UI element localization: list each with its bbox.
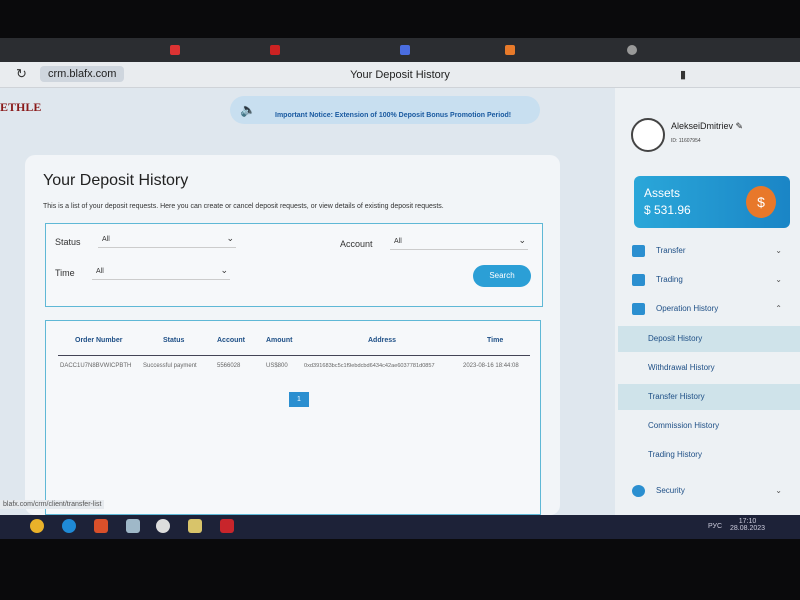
account-select[interactable]: All ⌄ — [390, 234, 528, 250]
chevron-down-icon: ⌄ — [226, 233, 234, 243]
deposit-table — [45, 320, 541, 515]
nav-label: Trading — [656, 275, 683, 284]
chrome-icon[interactable] — [30, 519, 44, 533]
chevron-down-icon: ⌄ — [775, 246, 782, 255]
user-id: ID: 11607954 — [671, 138, 701, 144]
chevron-down-icon: ⌄ — [775, 486, 782, 495]
logo[interactable]: ETHLE — [0, 100, 41, 115]
username: AlekseiDmitriev ✎ — [671, 121, 743, 132]
assets-card: Assets $ 531.96 $ — [634, 176, 790, 228]
status-cell: Successful payment — [143, 363, 197, 369]
chevron-up-icon: ⌃ — [775, 304, 782, 313]
chevron-down-icon: ⌄ — [775, 275, 782, 284]
tab-icon[interactable] — [505, 45, 515, 55]
avatar[interactable] — [631, 118, 665, 152]
sidebar-item-security[interactable]: Security ⌄ — [618, 478, 800, 504]
edit-icon[interactable]: ✎ — [736, 121, 744, 131]
history-icon — [632, 303, 645, 315]
clock[interactable]: 17:10 28.08.2023 — [730, 518, 765, 532]
time-select[interactable]: All ⌄ — [92, 264, 230, 280]
sidebar-item-commission-history[interactable]: Commission History — [618, 413, 800, 439]
nav-label: Operation History — [656, 304, 719, 313]
order-number: DACC1U7N8BVWICPBTH — [60, 363, 132, 369]
transfer-icon — [632, 245, 645, 257]
account-value: All — [394, 238, 402, 245]
clock-date: 28.08.2023 — [730, 525, 766, 532]
status-select[interactable]: All ⌄ — [98, 232, 236, 248]
taskbar — [0, 515, 800, 539]
chevron-down-icon: ⌄ — [220, 265, 228, 275]
brave-icon[interactable] — [94, 519, 108, 533]
speaker-icon: 🔈 — [240, 102, 257, 117]
nav-label: Security — [656, 486, 685, 495]
language-indicator[interactable]: РУС — [708, 523, 722, 530]
username-text: AlekseiDmitriev — [671, 121, 734, 131]
sidebar-item-transfer-history[interactable]: Transfer History — [618, 384, 800, 410]
status-bar-url: blafx.com/crm/client/transfer-list — [0, 500, 105, 509]
edge-icon[interactable] — [62, 519, 76, 533]
description: This is a list of your deposit requests.… — [43, 203, 444, 210]
sidebar-item-trading[interactable]: Trading ⌄ — [618, 267, 800, 293]
new-tab-icon[interactable] — [627, 45, 637, 55]
column-header[interactable]: Order Number — [75, 337, 122, 344]
amount-cell: US$800 — [266, 363, 288, 369]
tab-icon[interactable] — [270, 45, 280, 55]
nav-label: Transfer — [656, 246, 686, 255]
status-label: Status — [55, 237, 81, 247]
column-header[interactable]: Amount — [266, 337, 292, 344]
money-bag-icon: $ — [746, 186, 776, 218]
clock-time: 17:10 — [738, 518, 757, 525]
address-cell: 0xd391683bc5c1f9ebdcbd6434c42ae6037781d0… — [304, 363, 435, 369]
file-explorer-icon[interactable] — [188, 519, 202, 533]
notice-banner[interactable]: Important Notice: Extension of 100% Depo… — [230, 96, 540, 124]
account-cell: 5566028 — [217, 363, 241, 369]
sidebar-item-deposit-history[interactable]: Deposit History — [618, 326, 800, 352]
column-header[interactable]: Address — [368, 337, 396, 344]
sidebar-item-trading-history[interactable]: Trading History — [618, 442, 800, 468]
time-value: All — [96, 268, 104, 275]
status-value: All — [102, 236, 110, 243]
tab-icon[interactable] — [170, 45, 180, 55]
security-icon — [632, 485, 645, 497]
assets-label: Assets — [644, 186, 681, 200]
bookmark-icon[interactable]: ▮ — [680, 68, 686, 81]
sidebar-item-withdrawal-history[interactable]: Withdrawal History — [618, 355, 800, 381]
tab-icon[interactable] — [400, 45, 410, 55]
pdf-icon[interactable] — [220, 519, 234, 533]
column-header[interactable]: Account — [217, 337, 245, 344]
yandex-icon[interactable] — [156, 519, 170, 533]
heading: Your Deposit History — [43, 172, 189, 189]
sidebar-item-transfer[interactable]: Transfer ⌄ — [618, 238, 800, 264]
column-header[interactable]: Time — [487, 337, 503, 344]
account-label: Account — [340, 239, 373, 249]
column-header[interactable]: Status — [163, 337, 184, 344]
trading-icon — [632, 274, 645, 286]
app-icon[interactable] — [126, 519, 140, 533]
sidebar-item-operation-history[interactable]: Operation History ⌃ — [618, 296, 800, 322]
page-1-button[interactable]: 1 — [289, 392, 309, 407]
time-cell: 2023-08-16 18:44:08 — [463, 363, 519, 369]
chevron-down-icon: ⌄ — [518, 235, 526, 245]
time-label: Time — [55, 268, 75, 278]
assets-value: $ 531.96 — [644, 203, 691, 217]
divider — [58, 355, 530, 356]
search-button[interactable]: Search — [473, 265, 531, 287]
